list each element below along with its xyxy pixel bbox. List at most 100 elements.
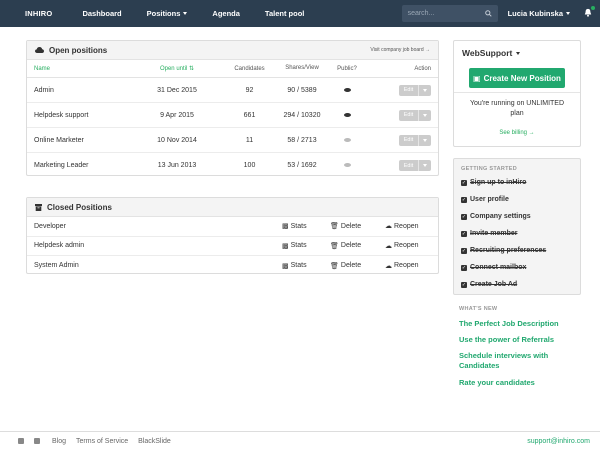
- reopen-label: Reopen: [394, 222, 419, 230]
- checklist-label: User profile: [470, 196, 509, 203]
- candidates-count: 661: [243, 111, 256, 119]
- nav-agenda[interactable]: Agenda: [212, 9, 240, 18]
- edit-button[interactable]: Edit: [399, 134, 418, 146]
- edit-button[interactable]: Edit: [399, 84, 418, 96]
- checklist-item[interactable]: ✓ Sign up to inHiro: [461, 174, 575, 191]
- company-name: WebSupport: [462, 48, 513, 58]
- whats-new-link[interactable]: The Perfect Job Description: [459, 319, 589, 328]
- chevron-down-icon: [423, 164, 427, 167]
- edit-dropdown-toggle[interactable]: [418, 134, 431, 146]
- delete-button[interactable]: 🗑 Delete: [330, 262, 385, 270]
- shares-views: 58 / 2713: [287, 136, 317, 144]
- cloud-upload-icon: ☁: [385, 262, 392, 270]
- support-email-link[interactable]: support@inhiro.com: [527, 438, 590, 445]
- position-name[interactable]: Online Marketer: [27, 137, 137, 144]
- edit-dropdown-toggle[interactable]: [418, 160, 431, 171]
- candidates-count: 11: [245, 136, 254, 144]
- checklist-item[interactable]: ✓ Company settings: [461, 208, 575, 225]
- footer: Blog Terms of Service BlackSlide support…: [0, 431, 600, 450]
- search-icon: [484, 10, 492, 17]
- reopen-label: Reopen: [394, 262, 419, 270]
- edit-dropdown-toggle[interactable]: [418, 109, 431, 121]
- billing-link[interactable]: See billing →: [454, 130, 580, 136]
- edit-dropdown-toggle[interactable]: [418, 84, 431, 96]
- reopen-button[interactable]: ☁ Reopen: [385, 262, 433, 270]
- company-switcher[interactable]: WebSupport: [462, 48, 521, 58]
- brand-logo[interactable]: INHIRO: [25, 9, 52, 18]
- checklist-item[interactable]: ✓ Connect mailbox: [461, 259, 575, 276]
- closed-position-name[interactable]: System Admin: [34, 262, 282, 269]
- check-icon: ✓: [461, 213, 467, 220]
- public-toggle[interactable]: [322, 162, 372, 169]
- position-name[interactable]: Helpdesk support: [27, 112, 137, 119]
- edit-button[interactable]: Edit: [399, 109, 418, 121]
- reopen-button[interactable]: ☁ Reopen: [385, 222, 433, 231]
- open-until: 31 Dec 2015: [157, 86, 197, 94]
- delete-label: Delete: [340, 222, 362, 230]
- trash-icon: 🗑: [330, 242, 339, 250]
- chevron-down-icon: [566, 12, 570, 15]
- footer-link-blog[interactable]: Blog: [52, 438, 66, 445]
- search-input[interactable]: search...: [401, 5, 498, 22]
- nav-dashboard[interactable]: Dashboard: [82, 9, 121, 18]
- bar-chart-icon: ▩: [282, 242, 289, 250]
- public-toggle[interactable]: [322, 137, 372, 144]
- table-row[interactable]: Online Marketer 10 Nov 2014 11 58 / 2713…: [27, 128, 438, 153]
- nav-positions[interactable]: Positions: [147, 9, 188, 18]
- facebook-icon[interactable]: [18, 438, 24, 444]
- whats-new-link[interactable]: Schedule interviews with Candidates: [459, 351, 589, 371]
- sort-icon: ⇅: [189, 66, 195, 72]
- search-placeholder: search...: [407, 10, 435, 17]
- nav-positions-label: Positions: [146, 9, 181, 18]
- stats-button[interactable]: ▩ Stats: [282, 222, 330, 231]
- stats-button[interactable]: ▩ Stats: [282, 242, 330, 250]
- public-toggle[interactable]: [322, 112, 372, 119]
- cloud-upload-icon: ☁: [385, 223, 392, 231]
- footer-link-terms[interactable]: Terms of Service: [76, 438, 128, 445]
- checklist-item[interactable]: ✓ Invite member: [461, 225, 575, 242]
- job-board-link[interactable]: Visit company job board →: [370, 47, 430, 53]
- open-positions-title: Open positions: [49, 45, 108, 55]
- chevron-down-icon: [516, 51, 521, 55]
- user-menu[interactable]: Lucia Kubinska: [508, 9, 570, 18]
- table-row[interactable]: Helpdesk support 9 Apr 2015 661 294 / 10…: [27, 103, 438, 128]
- checklist-item[interactable]: ✓ Recruiting preferences: [461, 242, 575, 259]
- create-position-button[interactable]: ▣ Create New Position: [469, 68, 565, 88]
- public-toggle[interactable]: [322, 87, 372, 94]
- delete-button[interactable]: 🗑 Delete: [330, 242, 385, 250]
- row-action: Edit: [372, 134, 438, 146]
- checklist-item[interactable]: ✓ User profile: [461, 191, 575, 208]
- checklist-item[interactable]: ✓ Create Job Ad: [461, 276, 575, 293]
- checklist-label: Create Job Ad: [470, 281, 518, 288]
- trash-icon: 🗑: [330, 262, 339, 270]
- briefcase-icon: ▣: [473, 73, 481, 83]
- whats-new-link[interactable]: Rate your candidates: [459, 378, 589, 387]
- eye-icon: [343, 87, 351, 92]
- table-row[interactable]: Marketing Leader 13 Jun 2013 100 53 / 16…: [27, 153, 438, 178]
- nav-talent-pool-label: Talent pool: [264, 9, 305, 18]
- twitter-icon[interactable]: [34, 438, 40, 444]
- open-until: 9 Apr 2015: [160, 111, 194, 119]
- check-icon: ✓: [461, 281, 467, 288]
- table-row[interactable]: Admin 31 Dec 2015 92 90 / 5389 Edit: [27, 78, 438, 103]
- col-candidates: Candidates: [234, 65, 265, 72]
- reopen-button[interactable]: ☁ Reopen: [385, 242, 433, 250]
- check-icon: ✓: [461, 247, 467, 254]
- open-until: 13 Jun 2013: [157, 162, 197, 169]
- notifications-bell-icon[interactable]: [584, 6, 595, 19]
- user-name: Lucia Kubinska: [507, 9, 563, 18]
- col-open-until[interactable]: Open until ⇅: [137, 65, 217, 72]
- delete-button[interactable]: 🗑 Delete: [330, 222, 385, 231]
- stats-button[interactable]: ▩ Stats: [282, 262, 330, 270]
- eye-slash-icon: [343, 163, 351, 168]
- whats-new-link[interactable]: Use the power of Referrals: [459, 335, 589, 344]
- list-item: System Admin ▩ Stats 🗑 Delete ☁ Reopen: [27, 256, 438, 276]
- closed-position-name[interactable]: Helpdesk admin: [34, 242, 282, 249]
- edit-button[interactable]: Edit: [399, 160, 418, 171]
- footer-link-blackslide[interactable]: BlackSlide: [138, 438, 171, 445]
- nav-talent-pool[interactable]: Talent pool: [265, 9, 304, 18]
- position-name[interactable]: Marketing Leader: [27, 162, 137, 169]
- closed-position-name[interactable]: Developer: [34, 223, 282, 230]
- position-name[interactable]: Admin: [27, 87, 137, 94]
- col-name[interactable]: Name: [27, 66, 137, 72]
